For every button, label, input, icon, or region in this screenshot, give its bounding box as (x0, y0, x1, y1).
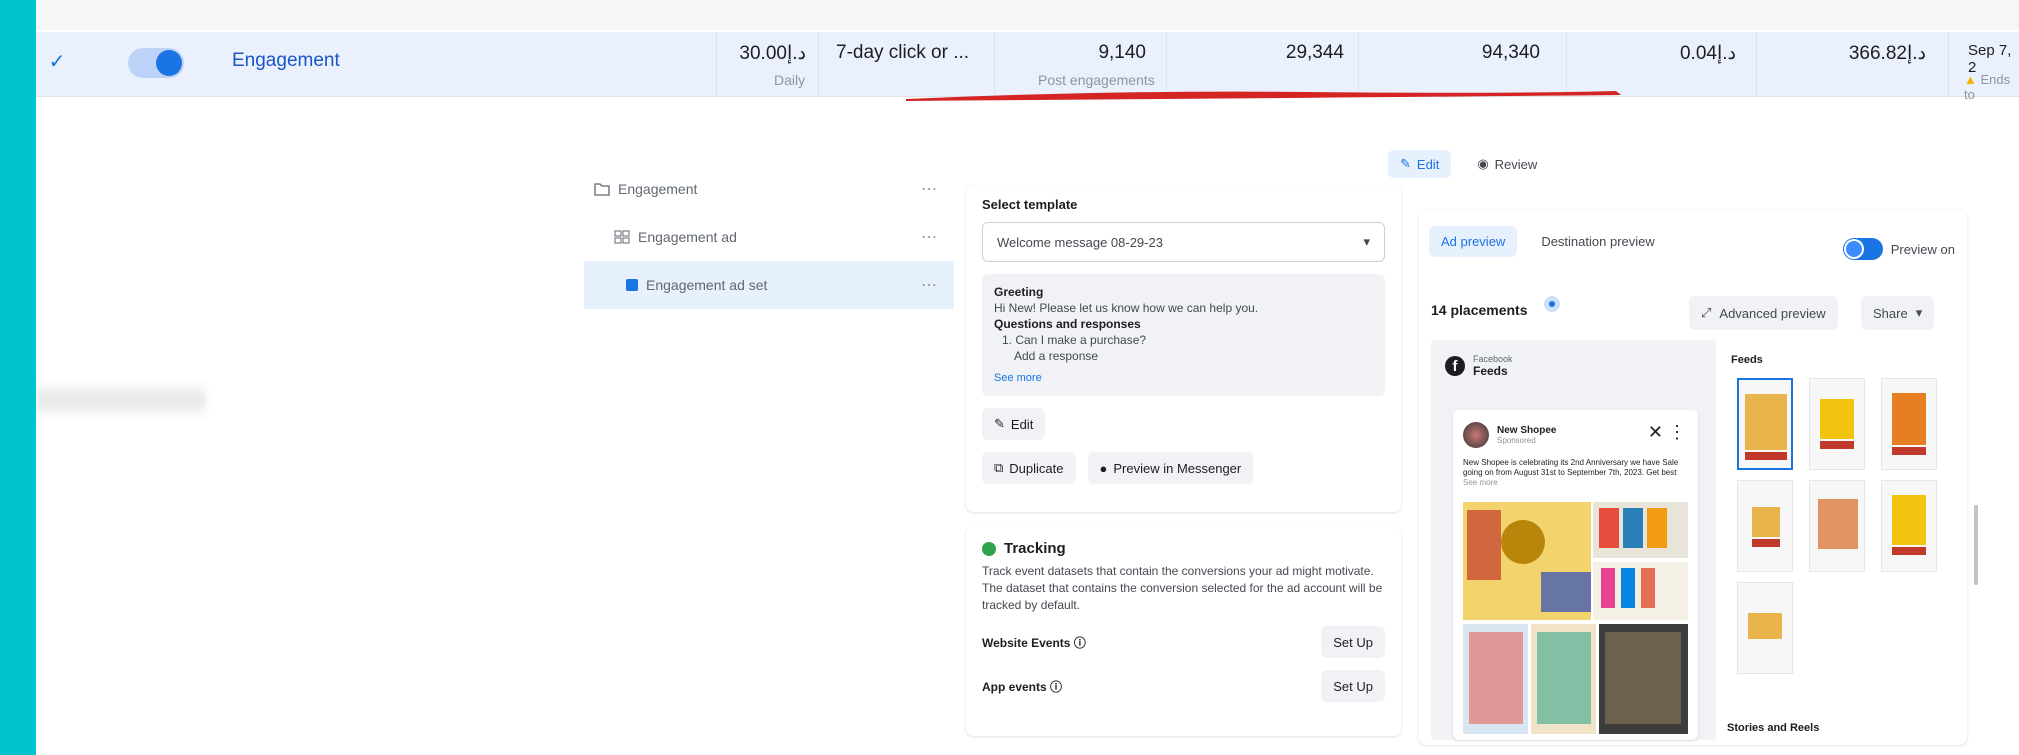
post-text: New Shopee is celebrating its 2nd Annive… (1463, 458, 1679, 487)
cost-per-result-value: 0.04د.إ (1679, 43, 1736, 64)
impressions-value: 94,340 (1481, 42, 1540, 63)
info-icon[interactable] (1543, 296, 1560, 312)
tab-destination-preview[interactable]: Destination preview (1529, 226, 1666, 257)
page-name: New Shopee (1497, 425, 1557, 436)
caret-down-icon: ▾ (1915, 305, 1923, 320)
thumbnail-feed-3[interactable] (1881, 378, 1937, 470)
edit-template-button[interactable]: ✎ Edit (982, 408, 1046, 440)
campaign-toggle[interactable] (128, 48, 184, 78)
sponsored-label: Sponsored (1497, 436, 1536, 445)
template-summary: Greeting Hi New! Please let us know how … (982, 274, 1385, 396)
checkmark-icon[interactable]: ✓ (46, 51, 68, 73)
preview-switch[interactable] (1842, 238, 1883, 260)
attribution-setting: 7-day click or ... (836, 42, 970, 63)
info-icon: ⓘ (1073, 635, 1086, 650)
thumbnail-feed-4[interactable] (1737, 480, 1793, 572)
more-options-icon[interactable]: ⋯ (921, 179, 938, 199)
tab-ad-preview[interactable]: Ad preview (1429, 226, 1518, 257)
preview-in-messenger-button[interactable]: ● Preview in Messenger (1087, 452, 1254, 484)
review-mode-tab[interactable]: ◉ Review (1465, 150, 1549, 178)
column-header-ghost (36, 0, 2019, 30)
dropdown-caret-icon: ▾ (1363, 234, 1370, 249)
duplicate-icon: ⧉ (994, 460, 1004, 475)
preview-scrollbar[interactable] (1974, 505, 1978, 585)
placement-label: Feeds (1473, 364, 1508, 378)
ad-creative-editor: Select template Welcome message 08-29-23… (966, 185, 1401, 736)
preview-toggle[interactable]: Preview on (1842, 238, 1955, 260)
folder-icon (594, 183, 610, 196)
tree-item-label: Engagement ad (638, 229, 737, 245)
template-card: Select template Welcome message 08-29-23… (966, 185, 1401, 512)
tree-item-campaign[interactable]: Engagement ⋯ (584, 165, 954, 213)
duplicate-button[interactable]: ⧉ Duplicate (982, 452, 1076, 484)
check-circle-icon (982, 541, 996, 556)
tracking-description: Track event datasets that contain the co… (982, 564, 1383, 612)
tracking-card: Tracking Track event datasets that conta… (966, 526, 1401, 736)
template-dropdown[interactable]: Welcome message 08-29-23 ▾ (982, 222, 1385, 262)
ads-manager-view: ✓ Engagement 30.00د.إ Daily 7-day click … (36, 0, 2019, 755)
edit-mode-tab[interactable]: ✎ Edit (1388, 150, 1452, 178)
tree-item-ad[interactable]: Engagement ad set ⋯ (584, 261, 954, 309)
tree-item-label: Engagement (618, 181, 698, 197)
platform-label: Facebook (1473, 354, 1513, 364)
pencil-icon: ✎ (1400, 156, 1411, 171)
website-events-setup-button[interactable]: Set Up (1321, 626, 1385, 658)
feeds-section-label: Feeds (1731, 354, 1763, 366)
app-events-label: App events ⓘ (982, 679, 1063, 694)
campaign-tree: Engagement ⋯ Engagement ad ⋯ Engagement … (584, 165, 954, 309)
share-button[interactable]: Share ▾ (1861, 296, 1935, 330)
avatar (1463, 422, 1489, 448)
ad-preview-panel: Ad preview Destination preview Preview o… (1419, 210, 1967, 745)
app-events-setup-button[interactable]: Set Up (1321, 670, 1385, 702)
thumbnail-feed-5[interactable] (1809, 480, 1865, 572)
messenger-icon: ● (1099, 460, 1108, 476)
stories-reels-label: Stories and Reels (1727, 722, 1820, 734)
mode-switch: ✎ Edit ◉ Review (1388, 150, 1549, 178)
ad-post-mock[interactable]: New Shopee Sponsored ✕ ⋮ New Shopee is c… (1453, 410, 1698, 740)
more-options-icon[interactable]: ⋯ (921, 275, 938, 295)
info-icon: ⓘ (1050, 679, 1063, 694)
pencil-icon: ✎ (994, 416, 1005, 431)
grid-icon (614, 230, 630, 244)
tree-item-label: Engagement ad set (646, 277, 768, 293)
more-options-icon[interactable]: ⋯ (921, 227, 938, 247)
end-date-warning: ▲ Ends to (1964, 72, 2011, 102)
eye-icon: ◉ (1477, 156, 1489, 171)
campaign-name-link[interactable]: Engagement (232, 50, 340, 72)
see-more-link[interactable]: See more (994, 370, 1373, 386)
advanced-preview-button[interactable]: ⤢ Advanced preview (1689, 296, 1838, 330)
thumbnail-feed-6[interactable] (1881, 480, 1937, 572)
website-events-label: Website Events ⓘ (982, 635, 1086, 650)
reach-value: 29,344 (1285, 42, 1344, 63)
warning-icon: ▲ (1964, 72, 1977, 87)
thumbnail-feed-7[interactable] (1737, 582, 1793, 674)
budget-type: Daily (774, 72, 806, 88)
select-template-label: Select template (982, 197, 1078, 212)
blurred-element (36, 380, 206, 420)
ad-image (1463, 502, 1688, 734)
tree-item-ad-set[interactable]: Engagement ad ⋯ (584, 213, 954, 261)
ad-square-icon (626, 279, 638, 291)
close-icon[interactable]: ✕ ⋮ (1648, 422, 1686, 443)
amount-spent-value: 366.82د.إ (1848, 43, 1926, 64)
facebook-icon: f (1445, 356, 1465, 376)
feed-preview: f Facebook Feeds New Shopee Sponsored ✕ … (1431, 340, 1716, 740)
placements-count: 14 placements (1431, 302, 1528, 318)
red-annotation-stroke (906, 91, 1621, 101)
tracking-title: Tracking (982, 540, 1385, 557)
results-value: 9,140 (1098, 42, 1146, 63)
thumbnail-feed-2[interactable] (1809, 378, 1865, 470)
expand-icon: ⤢ (1701, 305, 1712, 320)
end-date-value: Sep 7, 2 (1968, 42, 2012, 76)
thumbnail-feed-1[interactable] (1737, 378, 1793, 470)
budget-value: 30.00د.إ (739, 43, 806, 64)
